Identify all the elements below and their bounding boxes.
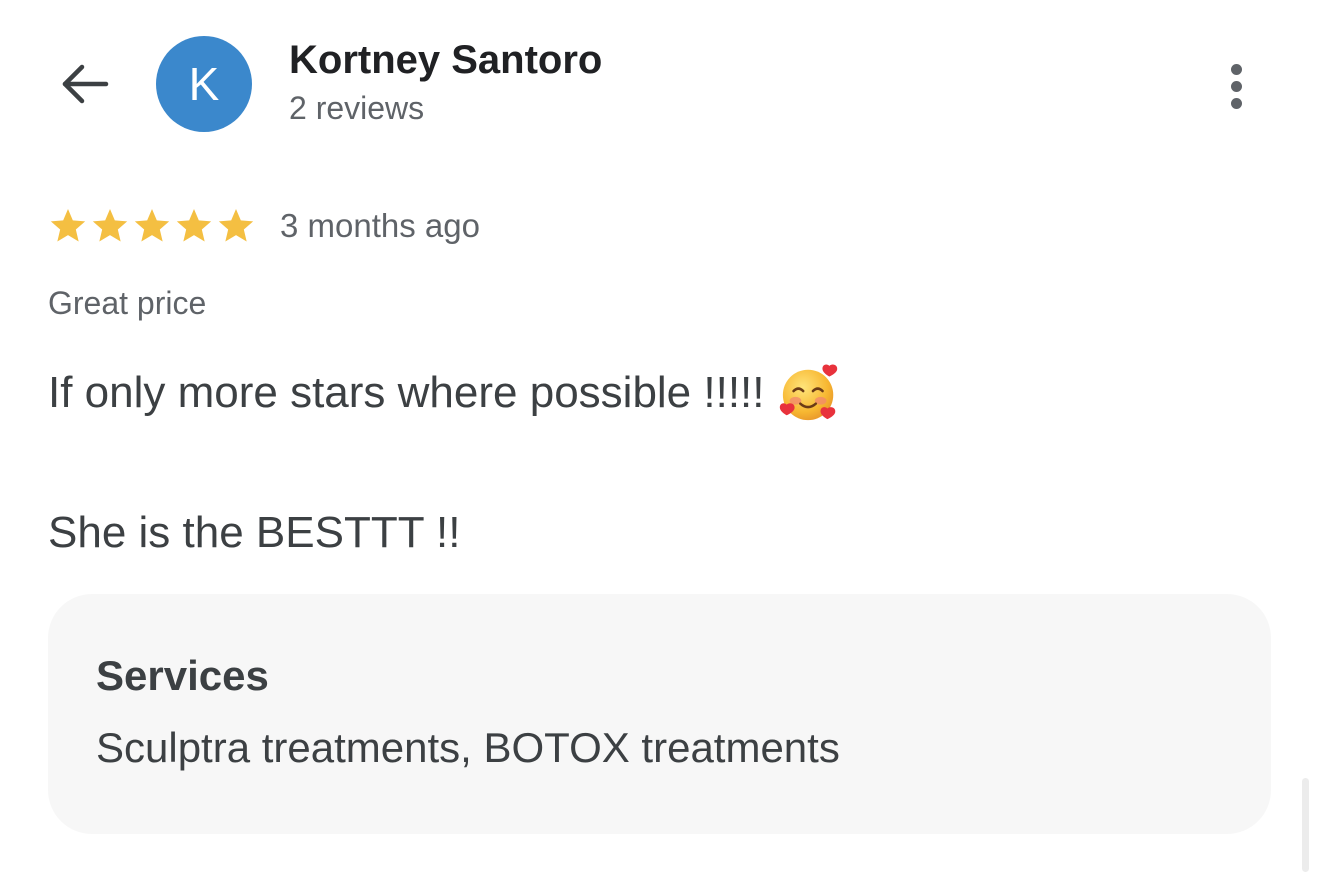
star-rating (48, 206, 256, 246)
smiling-face-with-hearts-icon (779, 364, 837, 421)
more-vert-icon-dot (1230, 97, 1242, 109)
review-text-line: She is the BESTTT !! (48, 508, 460, 558)
star-icon (218, 209, 254, 242)
review-title: Great price (48, 285, 207, 321)
review-text-line: If only more stars where possible !!!!! (48, 362, 841, 424)
avatar[interactable]: K (156, 36, 252, 132)
more-vert-icon-dot (1230, 80, 1242, 92)
reviewer-name[interactable]: Kortney Santoro (289, 38, 602, 83)
services-list: Sculptra treatments, BOTOX treatments (96, 724, 840, 771)
review-text: If only more stars where possible !!!!! (48, 368, 765, 417)
review-time: 3 months ago (280, 207, 480, 244)
rating-row: 3 months ago (48, 200, 480, 252)
star-icon (134, 209, 170, 242)
review-text: She is the BESTTT !! (48, 508, 461, 557)
more-options-button[interactable] (1212, 54, 1260, 118)
services-card: Services Sculptra treatments, BOTOX trea… (48, 594, 1271, 834)
review-detail-page: K Kortney Santoro 2 reviews 3 months ago… (0, 0, 1320, 872)
scrollbar[interactable] (1302, 778, 1309, 872)
star-icon (50, 209, 86, 242)
more-vert-icon (1230, 63, 1242, 75)
services-heading: Services (96, 652, 269, 699)
review-count: 2 reviews (289, 90, 425, 126)
star-icon (176, 209, 212, 242)
star-icon (92, 209, 128, 242)
avatar-initial: K (188, 58, 220, 110)
back-button[interactable] (52, 56, 116, 112)
arrow-left-icon (62, 64, 109, 104)
